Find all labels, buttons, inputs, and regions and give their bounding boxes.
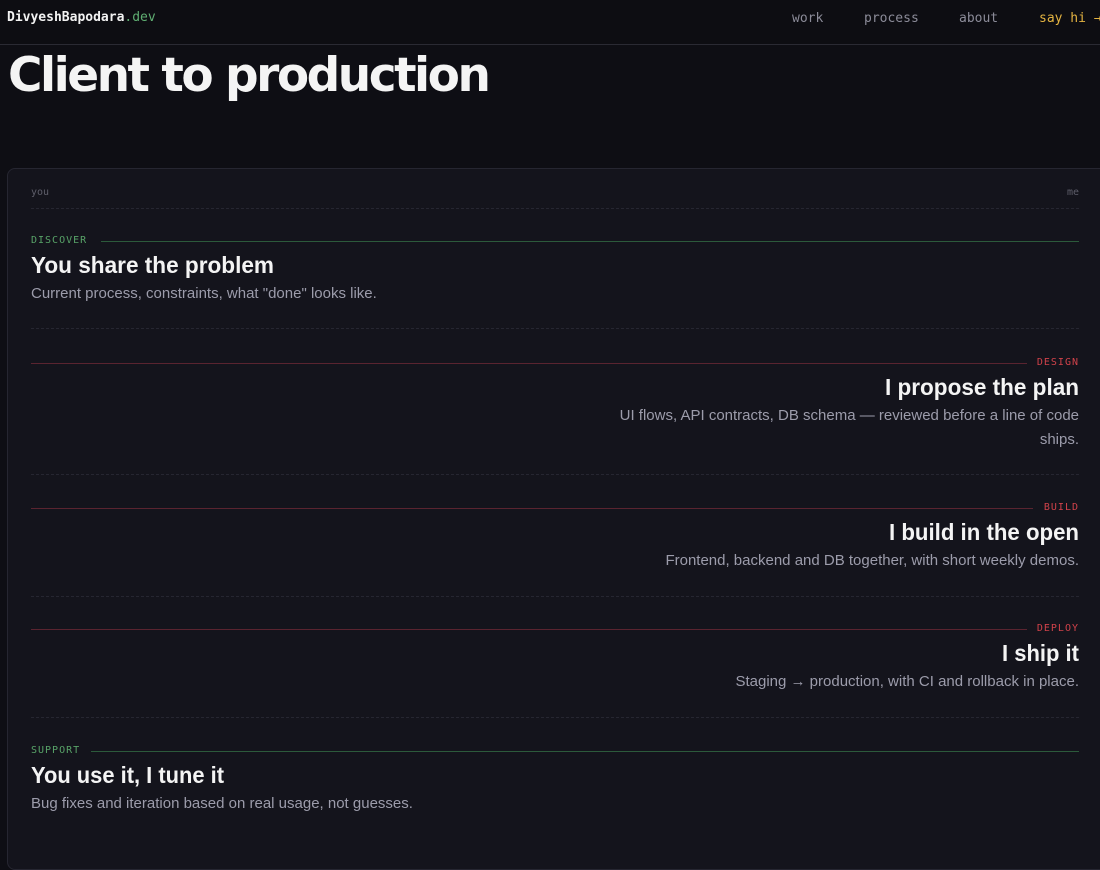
step-tag: SUPPORT [31, 745, 81, 756]
svg-text:You share the problem: You share the problem [31, 252, 274, 278]
step-connector-line [31, 629, 1027, 630]
step-divider [31, 474, 1079, 475]
step-title: I propose the plan [31, 368, 1079, 404]
nav-link-say-hi[interactable]: say hi → [1039, 11, 1100, 26]
step-description: Frontend, backend and DB together, with … [665, 552, 1079, 569]
axis-label-you: you [31, 187, 50, 198]
step-title: You use it, I tune it [31, 756, 1079, 792]
step-connector-line [101, 241, 1079, 242]
step-connector-line [31, 363, 1027, 364]
nav-link-process[interactable]: process [864, 11, 919, 26]
step-description: Staging → production, with CI and rollba… [735, 673, 1079, 690]
axis-label-me: me [1066, 187, 1079, 198]
page-title: Client to production [8, 48, 491, 103]
svg-text:I build in the open: I build in the open [889, 519, 1079, 545]
step-title: I ship it [31, 634, 1079, 670]
step-tag: DEPLOY [1036, 623, 1079, 634]
main-nav: work process about say hi → [0, 11, 1100, 31]
step-divider [31, 596, 1079, 597]
svg-text:I ship it: I ship it [1002, 640, 1079, 666]
step-title: You share the problem [31, 246, 1079, 282]
step-connector-line [31, 508, 1033, 509]
step-tag: BUILD [1043, 502, 1079, 513]
step-divider [31, 328, 1079, 329]
nav-link-about[interactable]: about [959, 11, 998, 26]
top-navigation-bar: DivyeshBapodara.dev work process about s… [0, 0, 1100, 45]
step-divider [31, 717, 1079, 718]
timeline-axis: you me [31, 186, 1079, 209]
step-description: Current process, constraints, what "done… [31, 285, 377, 302]
svg-text:I propose the plan: I propose the plan [885, 374, 1079, 400]
step-description: Bug fixes and iteration based on real us… [31, 795, 413, 812]
svg-text:You use it, I tune it: You use it, I tune it [31, 762, 224, 788]
step-title: I build in the open [31, 513, 1079, 549]
step-tag: DISCOVER [31, 235, 88, 246]
nav-link-work[interactable]: work [792, 11, 823, 26]
step-description: UI flows, API contracts, DB schema — rev… [619, 407, 1079, 448]
step-tag: DESIGN [1036, 357, 1079, 368]
step-connector-line [91, 751, 1079, 752]
